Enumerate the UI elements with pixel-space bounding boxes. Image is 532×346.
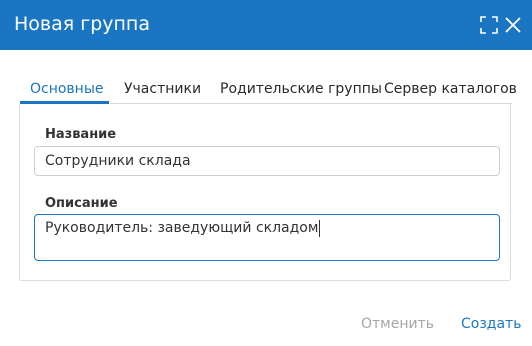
create-button[interactable]: Создать — [461, 316, 521, 332]
close-button[interactable] — [503, 15, 523, 35]
description-label: Описание — [45, 196, 118, 211]
dialog-titlebar: Новая группа — [0, 0, 532, 50]
text-cursor — [319, 219, 321, 237]
description-text: Руководитель: заведующий складом — [45, 220, 319, 236]
tab-parent-groups[interactable]: Родительские группы — [220, 75, 382, 103]
maximize-icon — [480, 16, 498, 34]
cancel-button[interactable]: Отменить — [361, 316, 434, 332]
maximize-button[interactable] — [479, 15, 499, 35]
tab-general[interactable]: Основные — [30, 75, 104, 103]
dialog-title: Новая группа — [14, 13, 150, 35]
close-icon — [505, 17, 521, 33]
description-textarea[interactable]: Руководитель: заведующий складом — [34, 214, 500, 261]
name-input[interactable]: Сотрудники склада — [34, 146, 500, 176]
tab-directory-server[interactable]: Сервер каталогов — [384, 75, 517, 103]
tab-bar: Основные Участники Родительские группы С… — [20, 75, 517, 103]
name-label: Название — [45, 127, 117, 142]
tab-members[interactable]: Участники — [124, 75, 201, 103]
